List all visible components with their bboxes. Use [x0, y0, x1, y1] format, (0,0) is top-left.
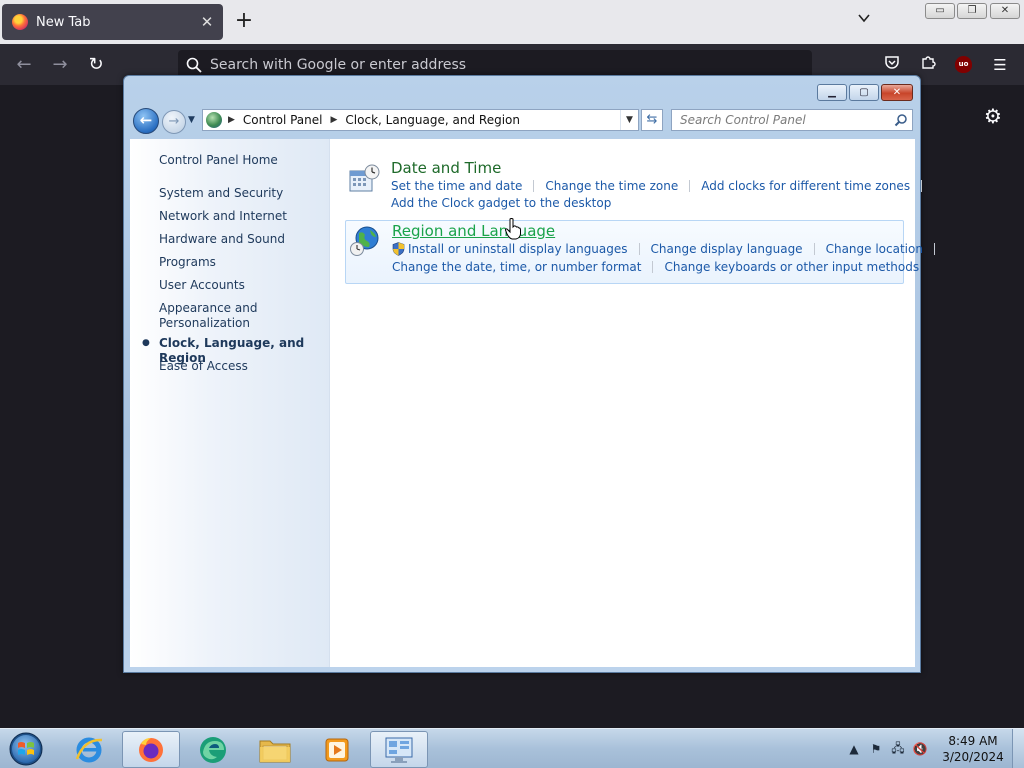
hamburger-menu-icon[interactable]: ☰: [987, 52, 1013, 78]
internet-explorer-icon: [75, 737, 103, 762]
date-and-time-links-row1: Set the time and date Change the time zo…: [391, 179, 933, 193]
show-hidden-icons-chevron-icon[interactable]: ▲: [843, 742, 865, 756]
forward-arrow-icon[interactable]: →: [46, 52, 74, 78]
taskbar-firefox[interactable]: [122, 731, 180, 768]
ublock-origin-icon[interactable]: uo: [955, 56, 972, 73]
link-change-time-zone[interactable]: Change the time zone: [545, 179, 678, 193]
extensions-puzzle-icon[interactable]: [915, 52, 941, 78]
sidebar-item-control-panel-home[interactable]: Control Panel Home: [159, 153, 278, 168]
taskbar-control-panel[interactable]: [370, 731, 428, 768]
section-region-and-language: Region and Language Install or uninstall…: [345, 220, 935, 284]
breadcrumb-arrow-icon[interactable]: ▶: [331, 115, 338, 125]
taskbar-internet-explorer[interactable]: [60, 731, 118, 768]
recent-pages-dropdown-icon[interactable]: ▼: [188, 115, 195, 125]
tab-close-icon[interactable]: ✕: [195, 13, 219, 31]
sidebar-item-appearance-line2[interactable]: Personalization: [159, 316, 250, 331]
reload-icon[interactable]: ↻: [82, 52, 110, 78]
sidebar-item-ease-of-access[interactable]: Ease of Access: [159, 359, 248, 374]
link-change-keyboards[interactable]: Change keyboards or other input methods: [664, 260, 919, 274]
action-center-flag-icon[interactable]: ⚑: [865, 742, 887, 756]
breadcrumb-control-panel[interactable]: Control Panel: [243, 113, 323, 127]
address-bar[interactable]: ▶ Control Panel ▶ Clock, Language, and R…: [202, 109, 639, 131]
taskbar-clock[interactable]: 8:49 AM 3/20/2024: [940, 733, 1006, 765]
browser-minimize-button[interactable]: ▭: [925, 3, 955, 19]
control-panel-icon: [385, 737, 413, 763]
clock-time: 8:49 AM: [948, 734, 998, 748]
window-minimize-button[interactable]: ▁: [817, 84, 847, 101]
search-icon: [186, 57, 202, 73]
sidebar-item-hardware-and-sound[interactable]: Hardware and Sound: [159, 232, 285, 247]
browser-restore-button[interactable]: ❐: [957, 3, 987, 19]
browser-close-button[interactable]: ✕: [990, 3, 1020, 19]
sidebar-item-user-accounts[interactable]: User Accounts: [159, 278, 245, 293]
clock-date: 3/20/2024: [942, 750, 1004, 764]
control-panel-content: Control Panel Home System and Security N…: [130, 139, 935, 667]
volume-muted-icon[interactable]: 🔇: [909, 742, 931, 756]
main-pane: Date and Time Set the time and date Chan…: [330, 139, 935, 667]
calendar-clock-icon: [349, 164, 380, 192]
sidebar-item-appearance-line1[interactable]: Appearance and: [159, 301, 257, 316]
region-and-language-title[interactable]: Region and Language: [392, 222, 555, 240]
control-panel-window: ▁ ▢ ✕ ← → ▼ ▶ Control Panel ▶ Clock, Lan…: [123, 75, 935, 673]
refresh-icon[interactable]: ⇆: [641, 109, 663, 131]
back-arrow-icon[interactable]: ←: [10, 52, 38, 78]
sidebar-item-system-and-security[interactable]: System and Security: [159, 186, 283, 201]
firefox-icon: [12, 14, 28, 30]
link-change-location[interactable]: Change location: [826, 242, 923, 256]
system-tray: ▲ ⚑ 🖧 🔇: [843, 729, 931, 768]
forward-button[interactable]: →: [162, 110, 186, 134]
taskbar-file-explorer[interactable]: [246, 731, 304, 768]
sidebar-item-network-and-internet[interactable]: Network and Internet: [159, 209, 287, 224]
url-bar-placeholder: Search with Google or enter address: [210, 57, 467, 73]
folder-icon: [259, 740, 291, 762]
link-add-clock-gadget[interactable]: Add the Clock gadget to the desktop: [391, 196, 611, 210]
address-dropdown-icon[interactable]: ▼: [620, 110, 638, 130]
date-and-time-title[interactable]: Date and Time: [391, 159, 501, 177]
edge-icon: [200, 736, 226, 763]
link-change-display-language[interactable]: Change display language: [651, 242, 803, 256]
browser-tab-new-tab[interactable]: New Tab ✕: [2, 4, 223, 40]
window-maximize-button[interactable]: ▢: [849, 84, 879, 101]
network-icon[interactable]: 🖧: [887, 739, 909, 760]
globe-clock-icon: [350, 226, 379, 256]
link-set-time-and-date[interactable]: Set the time and date: [391, 179, 522, 193]
link-change-date-time-number-format[interactable]: Change the date, time, or number format: [392, 260, 641, 274]
search-input[interactable]: [680, 113, 885, 127]
taskbar: ▲ ⚑ 🖧 🔇 8:49 AM 3/20/2024: [0, 728, 1024, 768]
new-tab-button[interactable]: +: [232, 10, 256, 34]
uac-shield-icon: [392, 242, 405, 256]
date-and-time-links-row2: Add the Clock gadget to the desktop: [391, 196, 611, 210]
gear-icon[interactable]: ⚙: [980, 103, 1006, 129]
breadcrumb-clock-language-region[interactable]: Clock, Language, and Region: [345, 113, 520, 127]
link-install-uninstall-languages[interactable]: Install or uninstall display languages: [408, 242, 628, 256]
media-player-icon: [325, 738, 349, 761]
search-box[interactable]: [671, 109, 913, 131]
current-page-bullet: ●: [142, 338, 150, 348]
section-date-and-time: Date and Time Set the time and date Chan…: [345, 159, 923, 215]
taskbar-edge[interactable]: [184, 731, 242, 768]
sidebar-item-programs[interactable]: Programs: [159, 255, 216, 270]
list-all-tabs-chevron-icon[interactable]: [852, 10, 876, 34]
sidebar: Control Panel Home System and Security N…: [130, 139, 330, 667]
region-language-links-row1: Install or uninstall display languages C…: [392, 242, 946, 256]
search-icon[interactable]: [894, 113, 908, 127]
show-desktop-button[interactable]: [1012, 729, 1024, 768]
link-add-clocks[interactable]: Add clocks for different time zones: [701, 179, 910, 193]
region-language-links-row2: Change the date, time, or number format …: [392, 260, 919, 274]
back-button[interactable]: ←: [133, 108, 159, 134]
breadcrumb-arrow-icon[interactable]: ▶: [228, 115, 235, 125]
hand-cursor-icon: [505, 218, 521, 240]
browser-tab-bar: New Tab ✕ + ▭ ❐ ✕: [0, 0, 1024, 44]
control-panel-icon: [206, 112, 222, 128]
firefox-icon: [139, 737, 163, 762]
tab-title: New Tab: [36, 14, 91, 30]
taskbar-media-player[interactable]: [308, 731, 366, 768]
window-close-button[interactable]: ✕: [881, 84, 913, 101]
start-button-windows-icon[interactable]: [6, 731, 46, 767]
